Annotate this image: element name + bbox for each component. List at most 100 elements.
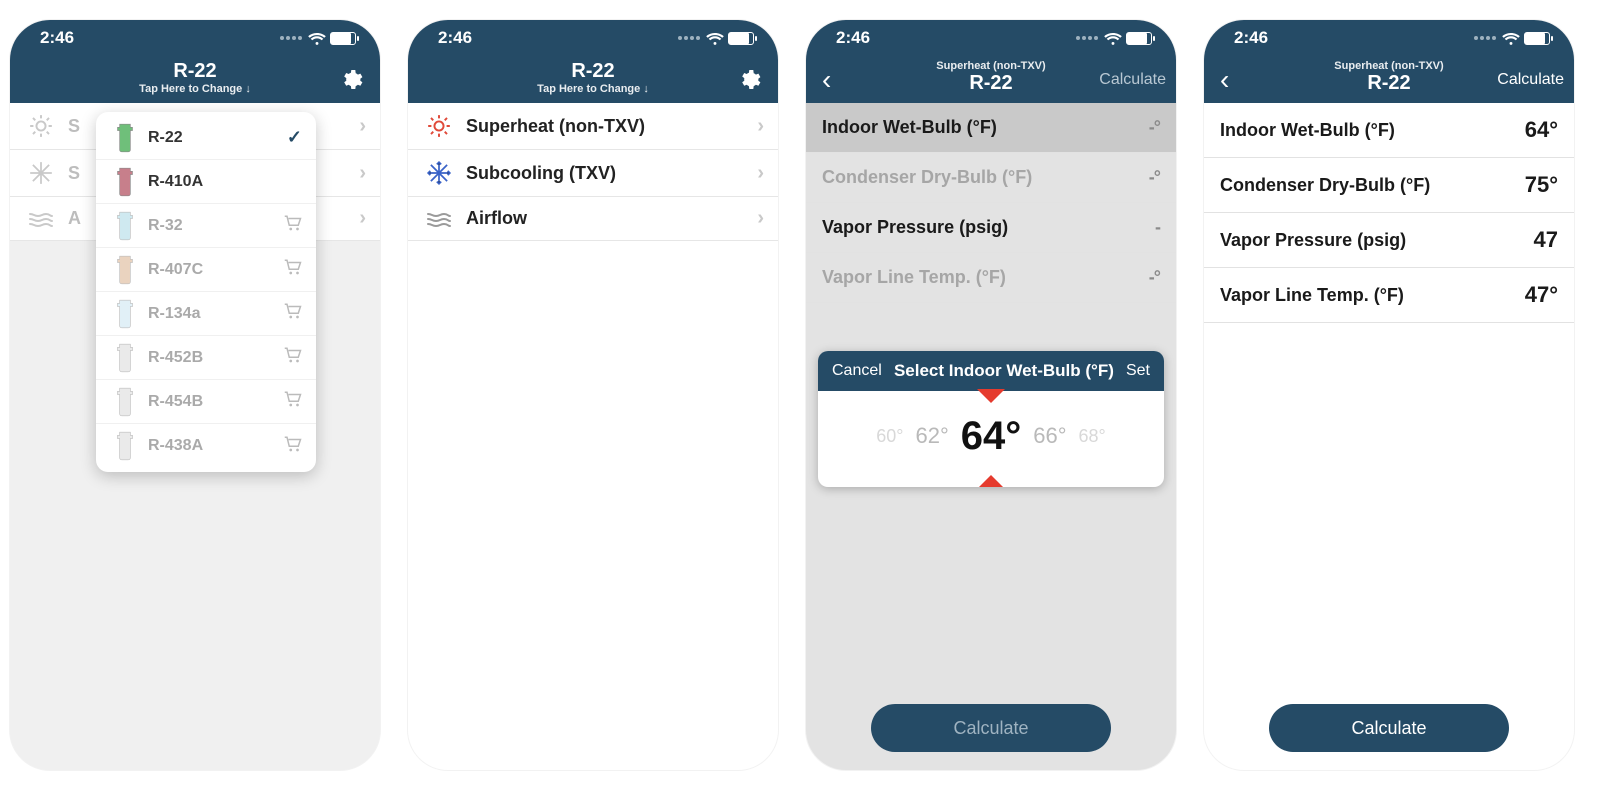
picker-option-selected[interactable]: 64° [961,414,1022,459]
input-label: Vapor Pressure (psig) [822,217,1008,238]
refrigerant-option[interactable]: R-22 ✓ [96,116,316,160]
header-subtitle: Tap Here to Change ↓ [418,83,768,95]
refrigerant-option[interactable]: R-134a [96,292,316,336]
refrigerant-name: R-410A [148,173,203,191]
status-time: 2:46 [836,28,870,48]
status-time: 2:46 [438,28,472,48]
refrigerant-name: R-134a [148,305,200,323]
inputs-list: Indoor Wet-Bulb (°F) 64° Condenser Dry-B… [1204,103,1574,323]
row-airflow[interactable]: Airflow › [408,197,778,241]
input-indoor-wet-bulb[interactable]: Indoor Wet-Bulb (°F) 64° [1204,103,1574,158]
picker-title: Select Indoor Wet-Bulb (°F) [894,361,1114,381]
refrigerant-name: R-22 [148,129,183,147]
refrigerant-name: R-452B [148,349,203,367]
input-vapor-pressure[interactable]: Vapor Pressure (psig) - [806,203,1176,253]
calculate-button[interactable]: Calculate [871,704,1111,752]
header: ‹ Superheat (non-TXV) R-22 Calculate [806,56,1176,103]
cart-icon[interactable] [284,436,302,457]
picker-set-button[interactable]: Set [1126,362,1150,380]
calculate-header-button[interactable]: Calculate [1099,71,1166,89]
refrigerant-option[interactable]: R-452B [96,336,316,380]
screen-input-picker: 2:46 ‹ Superheat (non-TXV) R-22 Calculat… [806,20,1176,770]
battery-icon [1524,32,1550,45]
picker-wheel[interactable]: 60° 62° 64° 66° 68° [818,391,1164,487]
refrigerant-name: R-454B [148,393,203,411]
refrigerant-name: R-407C [148,261,203,279]
row-label: Superheat (non-TXV) [466,116,645,137]
check-icon: ✓ [287,127,302,148]
cylinder-icon [110,165,140,199]
input-condenser-dry-bulb[interactable]: Condenser Dry-Bulb (°F) -° [806,153,1176,203]
calculate-header-button[interactable]: Calculate [1497,71,1564,89]
picker-option[interactable]: 68° [1079,426,1106,447]
input-vapor-pressure[interactable]: Vapor Pressure (psig) 47 [1204,213,1574,268]
refrigerant-dropdown[interactable]: R-22 ✓ R-410A R-32 R-407C R-134a R-452B R-454B R… [96,112,316,472]
screen-main-menu: 2:46 R-22 Tap Here to Change ↓ Superheat… [408,20,778,770]
input-label: Vapor Line Temp. (°F) [822,267,1006,288]
input-label: Vapor Pressure (psig) [1220,230,1406,251]
settings-button[interactable] [736,67,762,93]
wifi-icon [706,31,724,45]
main-rows: Superheat (non-TXV) › Subcooling (TXV) ›… [408,103,778,241]
cell-signal-icon [280,36,302,40]
screen-inputs-filled: 2:46 ‹ Superheat (non-TXV) R-22 Calculat… [1204,20,1574,770]
picker-cancel-button[interactable]: Cancel [832,362,882,380]
snowflake-icon [24,160,58,186]
input-value: 75° [1525,172,1558,198]
refrigerant-option[interactable]: R-32 [96,204,316,248]
picker-option[interactable]: 66° [1033,423,1066,449]
input-label: Condenser Dry-Bulb (°F) [822,167,1032,188]
picker-option[interactable]: 60° [876,426,903,447]
row-label: Airflow [466,208,527,229]
row-subcooling[interactable]: Subcooling (TXV) › [408,150,778,197]
cart-icon[interactable] [284,259,302,280]
chevron-right-icon: › [359,207,366,230]
input-value: -° [1149,167,1160,188]
cylinder-icon [110,297,140,331]
header-title: R-22 [418,60,768,83]
header-subtitle: Tap Here to Change ↓ [20,83,370,95]
settings-button[interactable] [338,67,364,93]
cylinder-icon [110,341,140,375]
input-vapor-line-temp[interactable]: Vapor Line Temp. (°F) 47° [1204,268,1574,323]
refrigerant-option[interactable]: R-454B [96,380,316,424]
refrigerant-option[interactable]: R-407C [96,248,316,292]
refrigerant-name: R-438A [148,437,203,455]
cart-icon[interactable] [284,391,302,412]
inputs-list: Indoor Wet-Bulb (°F) -° Condenser Dry-Bu… [806,103,1176,303]
calculate-button[interactable]: Calculate [1269,704,1509,752]
header: ‹ Superheat (non-TXV) R-22 Calculate [1204,56,1574,103]
input-value: -° [1149,267,1160,288]
refrigerant-option[interactable]: R-410A [96,160,316,204]
row-label: A [68,208,81,229]
sun-icon [24,113,58,139]
battery-icon [728,32,754,45]
input-value: 64° [1525,117,1558,143]
battery-icon [330,32,356,45]
input-indoor-wet-bulb[interactable]: Indoor Wet-Bulb (°F) -° [806,103,1176,153]
cart-icon[interactable] [284,347,302,368]
wifi-icon [1104,31,1122,45]
input-value: 47 [1534,227,1558,253]
status-time: 2:46 [40,28,74,48]
snowflake-icon [422,160,456,186]
cylinder-icon [110,209,140,243]
input-vapor-line-temp[interactable]: Vapor Line Temp. (°F) -° [806,253,1176,303]
refrigerant-option[interactable]: R-438A [96,424,316,468]
row-label: Subcooling (TXV) [466,163,616,184]
picker-option[interactable]: 62° [915,423,948,449]
header[interactable]: R-22 Tap Here to Change ↓ [408,56,778,103]
cart-icon[interactable] [284,215,302,236]
arrow-up-icon [977,475,1005,487]
row-superheat[interactable]: Superheat (non-TXV) › [408,103,778,150]
header[interactable]: R-22 Tap Here to Change ↓ [10,56,380,103]
input-condenser-dry-bulb[interactable]: Condenser Dry-Bulb (°F) 75° [1204,158,1574,213]
cylinder-icon [110,121,140,155]
value-picker-sheet: Cancel Select Indoor Wet-Bulb (°F) Set 6… [818,351,1164,487]
input-label: Indoor Wet-Bulb (°F) [1220,120,1395,141]
input-label: Condenser Dry-Bulb (°F) [1220,175,1430,196]
statusbar: 2:46 [1204,20,1574,56]
cart-icon[interactable] [284,303,302,324]
cylinder-icon [110,385,140,419]
statusbar: 2:46 [806,20,1176,56]
